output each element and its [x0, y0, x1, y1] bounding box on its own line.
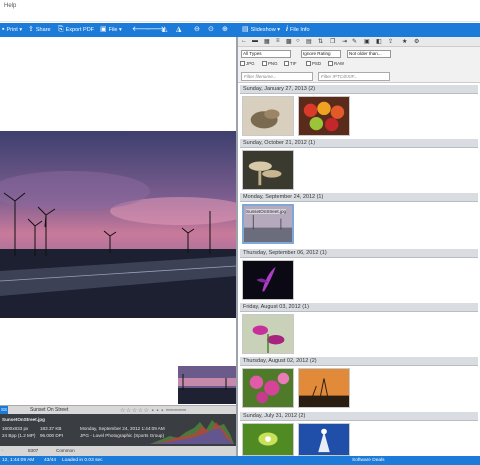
iptc-filter-input[interactable]: Filter IPTC/EXIF...	[318, 72, 390, 81]
viewer-status-bar: SS Sunset On Street ☆☆☆☆☆ ▪ ▪ ▪ ━━━━━	[0, 405, 236, 414]
zoom-in-button[interactable]: ⊕	[222, 25, 230, 35]
date-group-header[interactable]: Thursday, September 06, 2012 (1)	[240, 249, 478, 258]
file-menu-button[interactable]: ▣ File ▾	[100, 25, 122, 35]
info-size-label: 8307	[28, 448, 39, 453]
thumbnail-selected[interactable]: SunsetOnStreet.jpg	[242, 204, 294, 244]
search-icon[interactable]: ○	[296, 38, 300, 44]
image-icon: ▣	[100, 26, 107, 33]
star-icon[interactable]: ★	[402, 38, 407, 45]
format-checkbox[interactable]: RAW	[328, 61, 344, 67]
image-viewer	[0, 37, 236, 405]
preview-thumbnail[interactable]	[178, 366, 236, 404]
thumbnail[interactable]	[242, 423, 294, 456]
date-select[interactable]: Not older than...	[347, 50, 391, 58]
format-checkbox[interactable]: JPG	[240, 61, 255, 67]
flip-right-button[interactable]: ◮	[176, 25, 183, 35]
share-file-icon[interactable]: ⇪	[388, 38, 393, 45]
thumbnail-view-icon[interactable]: ▩	[286, 38, 292, 45]
info-dpi: 96.000 DPI	[40, 433, 63, 438]
pdf-icon: ⎘	[58, 26, 64, 33]
info-bits: 24 Bpp (1.2 MP)	[2, 433, 36, 438]
flip-left-button[interactable]: ◭	[162, 25, 169, 35]
status-load-time: Loaded in 0.03 sec	[62, 458, 103, 463]
thumbnail[interactable]	[242, 260, 294, 300]
info-filename: SunsetOnStreet.jpg	[2, 417, 45, 422]
print-button[interactable]: ▪ Print ▾	[2, 25, 22, 35]
mark-icon[interactable]: ▣	[364, 38, 370, 45]
zoom-fit-icon: ⊙	[208, 26, 214, 33]
sort-icon[interactable]: ⇅	[318, 38, 323, 45]
move-icon[interactable]: ⇥	[342, 38, 347, 45]
type-select[interactable]: All Types	[241, 50, 291, 58]
status-tag: SS	[0, 406, 8, 414]
settings-icon[interactable]: ⚙	[414, 38, 419, 45]
date-group-header[interactable]: Thursday, August 02, 2012 (2)	[240, 357, 478, 366]
format-checkbox[interactable]: PSD	[306, 61, 321, 67]
histogram	[150, 420, 234, 444]
browser-panel: ← ▬ ▦ ≡ ▩ ○ ▤ ⇅ ❐ ⇥ ✎ ▣ ◧ ⇪ ★ ⚙ All Type…	[238, 37, 480, 456]
help-menu[interactable]: Help	[4, 3, 16, 9]
back-icon[interactable]: ←	[241, 38, 247, 44]
share-icon: ⇪	[28, 26, 34, 33]
menu-bar: Help	[0, 0, 480, 22]
thumbnail[interactable]	[298, 96, 350, 136]
folder-icon[interactable]: ▬	[252, 38, 258, 44]
format-checkbox[interactable]: TIF	[284, 61, 297, 67]
filter-panel: All Types Ignore Rating Not older than..…	[238, 47, 480, 83]
zoom-in-icon: ⊕	[222, 26, 228, 33]
info-file-size: 183.37 KB	[40, 426, 62, 431]
slideshow-button[interactable]: ▤ Slideshow ▾	[242, 25, 280, 35]
tag-icon[interactable]: ◧	[376, 38, 382, 45]
slideshow-icon: ▤	[242, 26, 249, 33]
thumbnail-caption: SunsetOnStreet.jpg	[246, 209, 287, 214]
date-group-header[interactable]: Sunday, January 27, 2013 (2)	[240, 85, 478, 94]
printer-icon: ▪	[2, 26, 5, 33]
thumbnail[interactable]	[242, 96, 294, 136]
thumbnail[interactable]	[298, 368, 350, 408]
status-bar: 12, 1:44:09 AM 43/44 Loaded in 0.03 sec …	[0, 456, 480, 465]
export-pdf-button[interactable]: ⎘ Export PDF	[58, 25, 94, 35]
date-group-header[interactable]: Sunday, July 31, 2012 (2)	[240, 412, 478, 421]
info-dimensions-short: ·	[2, 448, 4, 453]
rating-select[interactable]: Ignore Rating	[301, 50, 341, 58]
thumbnail[interactable]	[242, 150, 294, 190]
thumbnail[interactable]	[298, 423, 350, 456]
status-timestamp: 12, 1:44:09 AM	[2, 458, 35, 463]
format-checkbox[interactable]: PNG	[262, 61, 278, 67]
info-footer: · 8307 Common	[0, 446, 236, 456]
date-group-header[interactable]: Friday, August 03, 2012 (1)	[240, 303, 478, 312]
flip-right-icon: ◮	[176, 26, 182, 33]
zoom-out-icon: ⊖	[194, 26, 200, 33]
grid-view-icon[interactable]: ▦	[264, 38, 270, 45]
thumbnail[interactable]	[242, 314, 294, 354]
rename-icon[interactable]: ✎	[352, 38, 357, 45]
format-checkboxes: JPG PNG TIF PSD RAW	[240, 61, 480, 69]
filter-icon[interactable]: ▤	[306, 38, 312, 45]
copy-icon[interactable]: ❐	[330, 38, 335, 45]
main-toolbar: ▪ Print ▾ ⇪ Share ⎘ Export PDF ▣ File ▾ 🡐 🡒 …	[0, 23, 480, 37]
share-button[interactable]: ⇪ Share	[28, 25, 51, 35]
status-promo-link[interactable]: Software Deals	[352, 458, 385, 463]
info-dimensions: 1600x833 px	[2, 426, 29, 431]
filename-filter-input[interactable]: Filter filename...	[241, 72, 313, 81]
flip-left-icon: ◭	[162, 26, 168, 33]
file-info-panel: SunsetOnStreet.jpg 1600x833 px 183.37 KB…	[0, 414, 236, 446]
list-view-icon[interactable]: ≡	[276, 38, 280, 44]
status-ratio: 43/44	[44, 458, 57, 463]
date-group-header[interactable]: Sunday, October 21, 2012 (1)	[240, 139, 478, 148]
rating-stars[interactable]: ☆☆☆☆☆ ▪ ▪ ▪ ━━━━━	[120, 407, 187, 414]
date-group-header[interactable]: Monday, September 24, 2012 (1)	[240, 193, 478, 202]
info-rating-label: Common	[56, 448, 75, 453]
status-filename: Sunset On Street	[30, 407, 69, 413]
info-icon: i	[286, 26, 288, 33]
browser-toolbar: ← ▬ ▦ ≡ ▩ ○ ▤ ⇅ ❐ ⇥ ✎ ▣ ◧ ⇪ ★ ⚙	[238, 37, 480, 47]
zoom-out-button[interactable]: ⊖	[194, 25, 202, 35]
zoom-fit-button[interactable]: ⊙	[208, 25, 216, 35]
file-info-button[interactable]: i File Info	[286, 25, 310, 35]
thumbnail[interactable]	[242, 368, 294, 408]
main-photo	[0, 131, 236, 318]
